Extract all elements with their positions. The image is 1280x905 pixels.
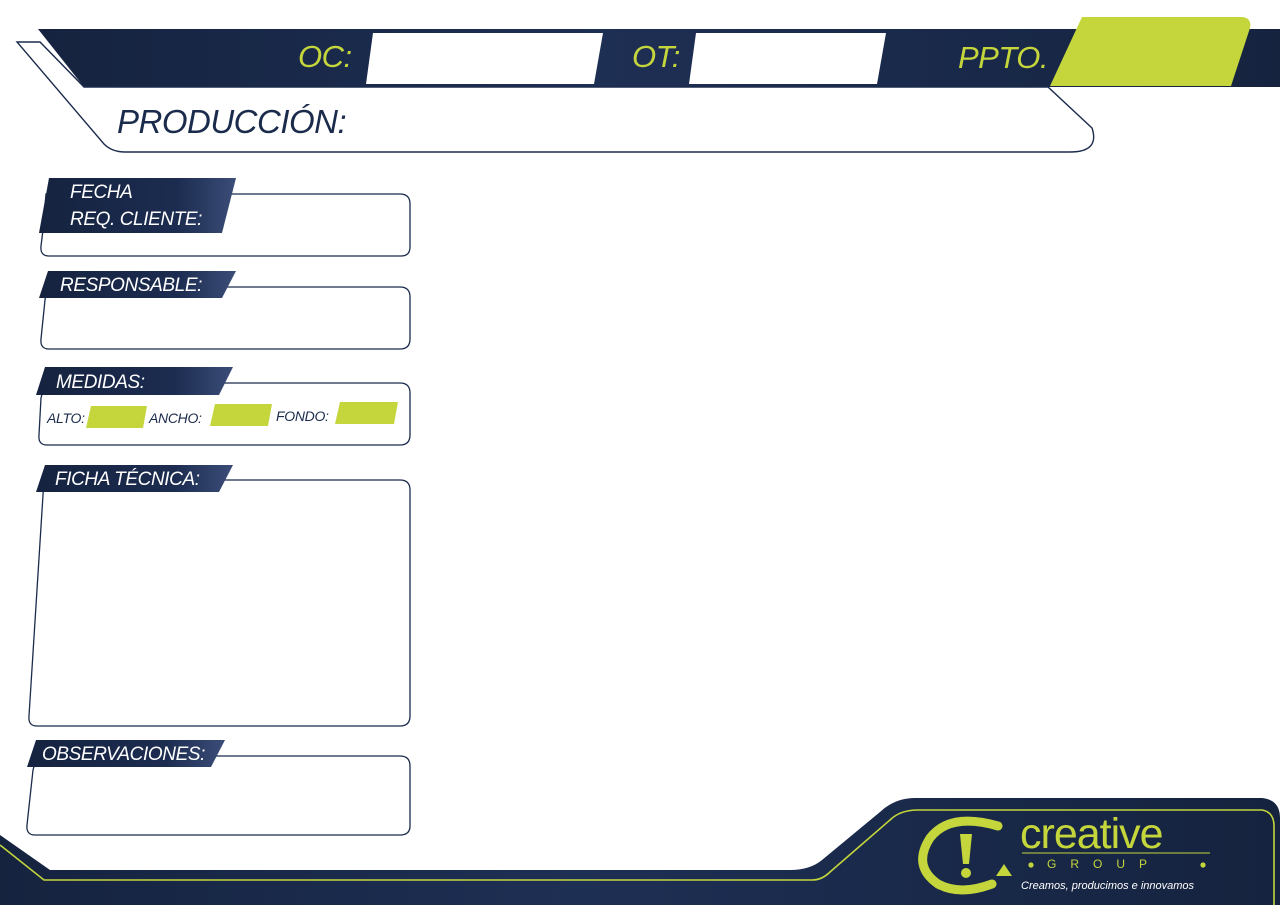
- ficha-textarea[interactable]: [48, 500, 402, 718]
- responsable-label: RESPONSABLE:: [60, 275, 202, 296]
- ot-input[interactable]: [700, 38, 872, 80]
- fecha-label-line1: FECHA: [70, 182, 133, 203]
- ancho-input[interactable]: [214, 404, 268, 426]
- brand-slogan: Creamos, producimos e innovamos: [1021, 880, 1195, 892]
- ancho-label: ANCHO:: [149, 410, 202, 426]
- alto-label: ALTO:: [47, 410, 85, 426]
- ficha-label: FICHA TÉCNICA:: [55, 469, 200, 490]
- production-label: PRODUCCIÓN:: [117, 103, 347, 140]
- brand-wordmark: creative: [1020, 810, 1164, 858]
- ppto-label: PPTO.: [958, 40, 1048, 75]
- ppto-input[interactable]: [1070, 28, 1230, 78]
- fondo-label: FONDO:: [276, 408, 329, 424]
- observaciones-label: OBSERVACIONES:: [42, 744, 205, 765]
- oc-input[interactable]: [378, 38, 590, 80]
- brand-subline: GROUP: [1047, 857, 1162, 871]
- fecha-label-line2: REQ. CLIENTE:: [70, 209, 203, 230]
- production-input[interactable]: [370, 100, 1050, 144]
- fecha-input[interactable]: [236, 200, 402, 250]
- medidas-label: MEDIDAS:: [56, 372, 145, 393]
- responsable-input[interactable]: [50, 302, 402, 344]
- observaciones-textarea[interactable]: [38, 772, 402, 830]
- ot-label: OT:: [632, 39, 680, 74]
- oc-label: OC:: [298, 39, 352, 74]
- fondo-input[interactable]: [339, 402, 395, 424]
- alto-input[interactable]: [90, 406, 144, 428]
